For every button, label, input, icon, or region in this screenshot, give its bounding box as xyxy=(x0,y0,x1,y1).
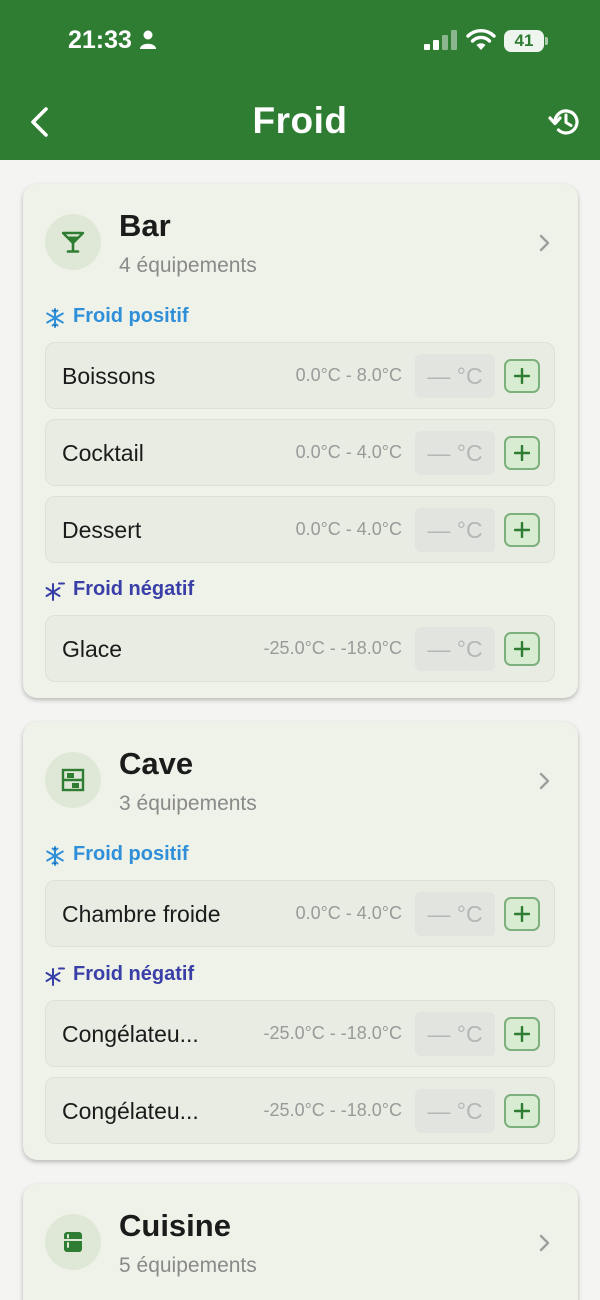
temperature-input[interactable]: — °C xyxy=(415,1012,495,1056)
plus-icon xyxy=(514,368,530,384)
add-reading-button[interactable] xyxy=(504,1017,540,1051)
chevron-right-icon[interactable] xyxy=(537,770,553,792)
plus-icon xyxy=(514,906,530,922)
app-header: 21:33 41 Froid xyxy=(0,0,600,160)
fridge-icon xyxy=(64,1232,82,1252)
plus-icon xyxy=(514,445,530,461)
add-reading-button[interactable] xyxy=(504,513,540,547)
card-title: Bar xyxy=(119,208,171,243)
temperature-input[interactable]: — °C xyxy=(415,508,495,552)
equipment-name: Dessert xyxy=(62,517,142,543)
history-icon[interactable] xyxy=(548,104,584,140)
temperature-input[interactable]: — °C xyxy=(415,627,495,671)
battery-level: 41 xyxy=(514,31,534,50)
add-reading-button[interactable] xyxy=(504,1094,540,1128)
equipment-name: Congélateu... xyxy=(62,1021,199,1047)
person-icon xyxy=(140,30,156,49)
temperature-range: 0.0°C - 4.0°C xyxy=(295,442,402,462)
signal-icon xyxy=(424,30,457,50)
temperature-input[interactable]: — °C xyxy=(415,431,495,475)
equipment-name: Boissons xyxy=(62,363,156,389)
add-reading-button[interactable] xyxy=(504,436,540,470)
location-card-cave[interactable]: Cave 3 équipements Froid positif Chambre… xyxy=(23,722,578,1160)
equipment-name: Chambre froide xyxy=(62,901,221,927)
section-label: Froid positif xyxy=(73,843,189,865)
section-label: Froid négatif xyxy=(73,578,195,600)
equipment-row[interactable]: Congélateu... -25.0°C - -18.0°C — °C xyxy=(45,1000,555,1067)
equipment-name: Glace xyxy=(62,636,123,662)
add-reading-button[interactable] xyxy=(504,632,540,666)
temperature-range: 0.0°C - 4.0°C xyxy=(295,519,402,539)
card-title: Cave xyxy=(119,746,194,781)
temperature-range: -25.0°C - -18.0°C xyxy=(263,1100,402,1120)
equipment-row[interactable]: Boissons 0.0°C - 8.0°C — °C xyxy=(45,342,555,409)
location-card-bar[interactable]: Bar 4 équipements Froid positif Boissons… xyxy=(23,184,578,698)
card-equipment-count: 3 équipements xyxy=(119,792,257,815)
equipment-name: Cocktail xyxy=(62,440,144,466)
section-label: Froid positif xyxy=(73,305,189,327)
card-icon-badge xyxy=(45,752,101,808)
card-equipment-count: 5 équipements xyxy=(119,1254,257,1277)
status-time: 21:33 xyxy=(68,26,132,54)
shelving-icon xyxy=(61,768,85,792)
chevron-right-icon[interactable] xyxy=(537,1232,553,1254)
snowflake-icon xyxy=(46,846,64,866)
snowflake-minus-icon xyxy=(45,967,65,986)
plus-icon xyxy=(514,1103,530,1119)
section-label: Froid négatif xyxy=(73,963,195,985)
plus-icon xyxy=(514,641,530,657)
add-reading-button[interactable] xyxy=(504,359,540,393)
snowflake-icon xyxy=(46,308,64,328)
equipment-name: Congélateu... xyxy=(62,1098,199,1124)
card-icon-badge xyxy=(45,214,101,270)
temperature-input[interactable]: — °C xyxy=(415,354,495,398)
wifi-icon xyxy=(466,29,496,50)
temperature-input[interactable]: — °C xyxy=(415,1089,495,1133)
temperature-range: -25.0°C - -18.0°C xyxy=(263,1023,402,1043)
equipment-row[interactable]: Chambre froide 0.0°C - 4.0°C — °C xyxy=(45,880,555,947)
plus-icon xyxy=(514,522,530,538)
equipment-row[interactable]: Dessert 0.0°C - 4.0°C — °C xyxy=(45,496,555,563)
cocktail-glass-icon xyxy=(61,231,85,253)
temperature-range: 0.0°C - 4.0°C xyxy=(295,903,402,923)
temperature-range: 0.0°C - 8.0°C xyxy=(295,365,402,385)
plus-icon xyxy=(514,1026,530,1042)
add-reading-button[interactable] xyxy=(504,897,540,931)
status-bar: 21:33 41 xyxy=(0,0,600,80)
page-title: Froid xyxy=(252,100,348,141)
equipment-row[interactable]: Congélateu... -25.0°C - -18.0°C — °C xyxy=(45,1077,555,1144)
equipment-row[interactable]: Cocktail 0.0°C - 4.0°C — °C xyxy=(45,419,555,486)
snowflake-minus-icon xyxy=(45,582,65,601)
battery-indicator: 41 xyxy=(504,30,548,52)
card-title: Cuisine xyxy=(119,1208,231,1243)
equipment-row[interactable]: Glace -25.0°C - -18.0°C — °C xyxy=(45,615,555,682)
chevron-right-icon[interactable] xyxy=(537,232,553,254)
temperature-input[interactable]: — °C xyxy=(415,892,495,936)
card-equipment-count: 4 équipements xyxy=(119,254,257,277)
card-icon-badge xyxy=(45,1214,101,1270)
temperature-range: -25.0°C - -18.0°C xyxy=(263,638,402,658)
location-card-cuisine[interactable]: Cuisine 5 équipements xyxy=(23,1184,578,1300)
